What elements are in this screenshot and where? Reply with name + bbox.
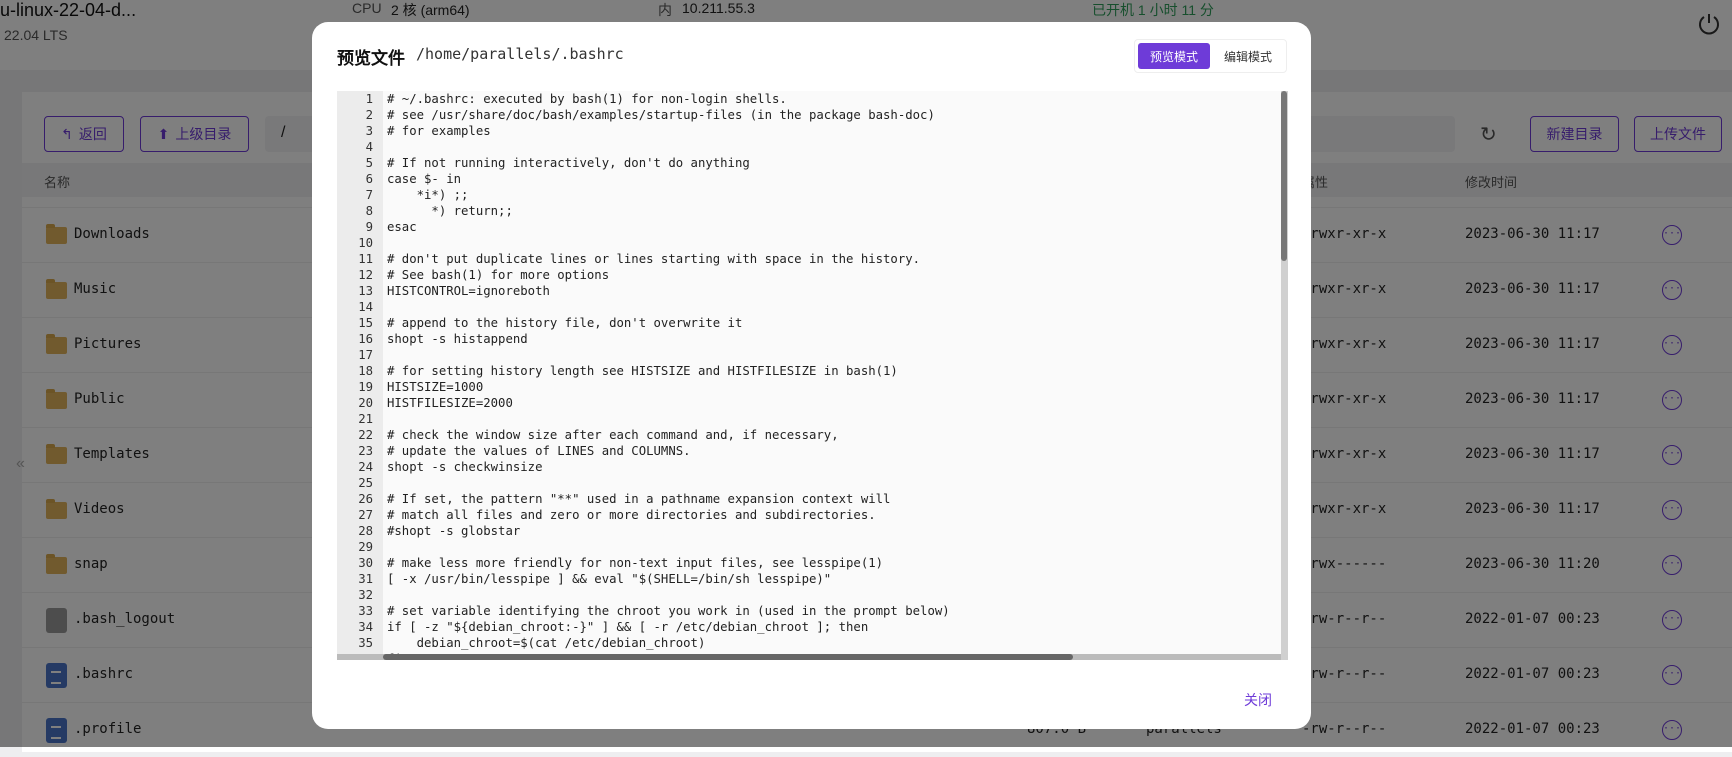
code-line: # set variable identifying the chroot yo… [387, 604, 950, 618]
code-line: #shopt -s globstar [387, 524, 521, 538]
close-button[interactable]: 关闭 [1244, 690, 1272, 710]
line-number: 16 [358, 332, 373, 346]
line-number: 17 [358, 348, 373, 362]
line-number: 5 [365, 156, 373, 170]
line-number: 21 [358, 412, 373, 426]
line-number: 31 [358, 572, 373, 586]
code-line: # If set, the pattern "**" used in a pat… [387, 492, 891, 506]
code-line: # check the window size after each comma… [387, 428, 839, 442]
line-number: 13 [358, 284, 373, 298]
line-number: 14 [358, 300, 373, 314]
line-number: 20 [358, 396, 373, 410]
line-number: 24 [358, 460, 373, 474]
code-viewer[interactable]: 1 2 3 4 5 6 7 8 9 10 11 12 13 14 15 16 17 18 19 20 21 22 23 24 2… [337, 91, 1288, 660]
code-line: if [ -z "${debian_chroot:-}" ] && [ -r /… [387, 620, 869, 634]
code-line: shopt -s histappend [387, 332, 528, 346]
line-number: 30 [358, 556, 373, 570]
line-number: 33 [358, 604, 373, 618]
code-line: # match all files and zero or more direc… [387, 508, 876, 522]
line-number: 29 [358, 540, 373, 554]
line-number: 22 [358, 428, 373, 442]
code-line: HISTCONTROL=ignoreboth [387, 284, 550, 298]
code-line: HISTFILESIZE=2000 [387, 396, 513, 410]
line-number: 2 [365, 108, 373, 122]
line-number: 3 [365, 124, 373, 138]
code-line: # see /usr/share/doc/bash/examples/start… [387, 108, 935, 122]
preview-mode-button[interactable]: 预览模式 [1138, 43, 1210, 69]
code-line: # append to the history file, don't over… [387, 316, 743, 330]
line-number: 1 [365, 92, 373, 106]
line-number: 34 [358, 620, 373, 634]
line-number: 19 [358, 380, 373, 394]
code-line: # See bash(1) for more options [387, 268, 610, 282]
edit-mode-button[interactable]: 编辑模式 [1212, 43, 1284, 69]
line-number: 10 [358, 236, 373, 250]
line-number: 25 [358, 476, 373, 490]
mode-toggle: 预览模式 编辑模式 [1134, 39, 1287, 73]
line-number: 6 [365, 172, 373, 186]
preview-dialog: 预览文件 /home/parallels/.bashrc 预览模式 编辑模式 1… [312, 22, 1311, 729]
code-line: # If not running interactively, don't do… [387, 156, 750, 170]
line-number: 15 [358, 316, 373, 330]
code-line: *) return;; [387, 204, 513, 218]
code-line: # update the values of LINES and COLUMNS… [387, 444, 691, 458]
line-number: 12 [358, 268, 373, 282]
line-number: 18 [358, 364, 373, 378]
code-line: # ~/.bashrc: executed by bash(1) for non… [387, 92, 787, 106]
dialog-title: 预览文件 [337, 49, 405, 68]
code-line: # make less more friendly for non-text i… [387, 556, 884, 570]
code-line: HISTSIZE=1000 [387, 380, 484, 394]
line-number: 28 [358, 524, 373, 538]
line-number: 7 [365, 188, 373, 202]
code-line: case $- in [387, 172, 462, 186]
file-path: /home/parallels/.bashrc [416, 45, 624, 63]
line-number: 32 [358, 588, 373, 602]
code-line: # for examples [387, 124, 491, 138]
horizontal-scroll-thumb[interactable] [383, 654, 1073, 660]
code-line: debian_chroot=$(cat /etc/debian_chroot) [387, 636, 706, 650]
line-number: 35 [358, 636, 373, 650]
vertical-scroll-thumb[interactable] [1281, 91, 1287, 261]
line-number: 4 [365, 140, 373, 154]
line-gutter: 1 2 3 4 5 6 7 8 9 10 11 12 13 14 15 16 17 18 19 20 21 22 23 24 2… [337, 91, 383, 660]
line-number: 8 [365, 204, 373, 218]
line-number: 11 [358, 252, 373, 266]
line-number: 26 [358, 492, 373, 506]
line-number: 27 [358, 508, 373, 522]
code-line: [ -x /usr/bin/lesspipe ] && eval "$(SHEL… [387, 572, 832, 586]
code-line: *i*) ;; [387, 188, 469, 202]
code-line: # don't put duplicate lines or lines sta… [387, 252, 921, 266]
code-line: shopt -s checkwinsize [387, 460, 543, 474]
code-line: # for setting history length see HISTSIZ… [387, 364, 898, 378]
line-number: 23 [358, 444, 373, 458]
line-number: 9 [365, 220, 373, 234]
code-line: esac [387, 220, 417, 234]
